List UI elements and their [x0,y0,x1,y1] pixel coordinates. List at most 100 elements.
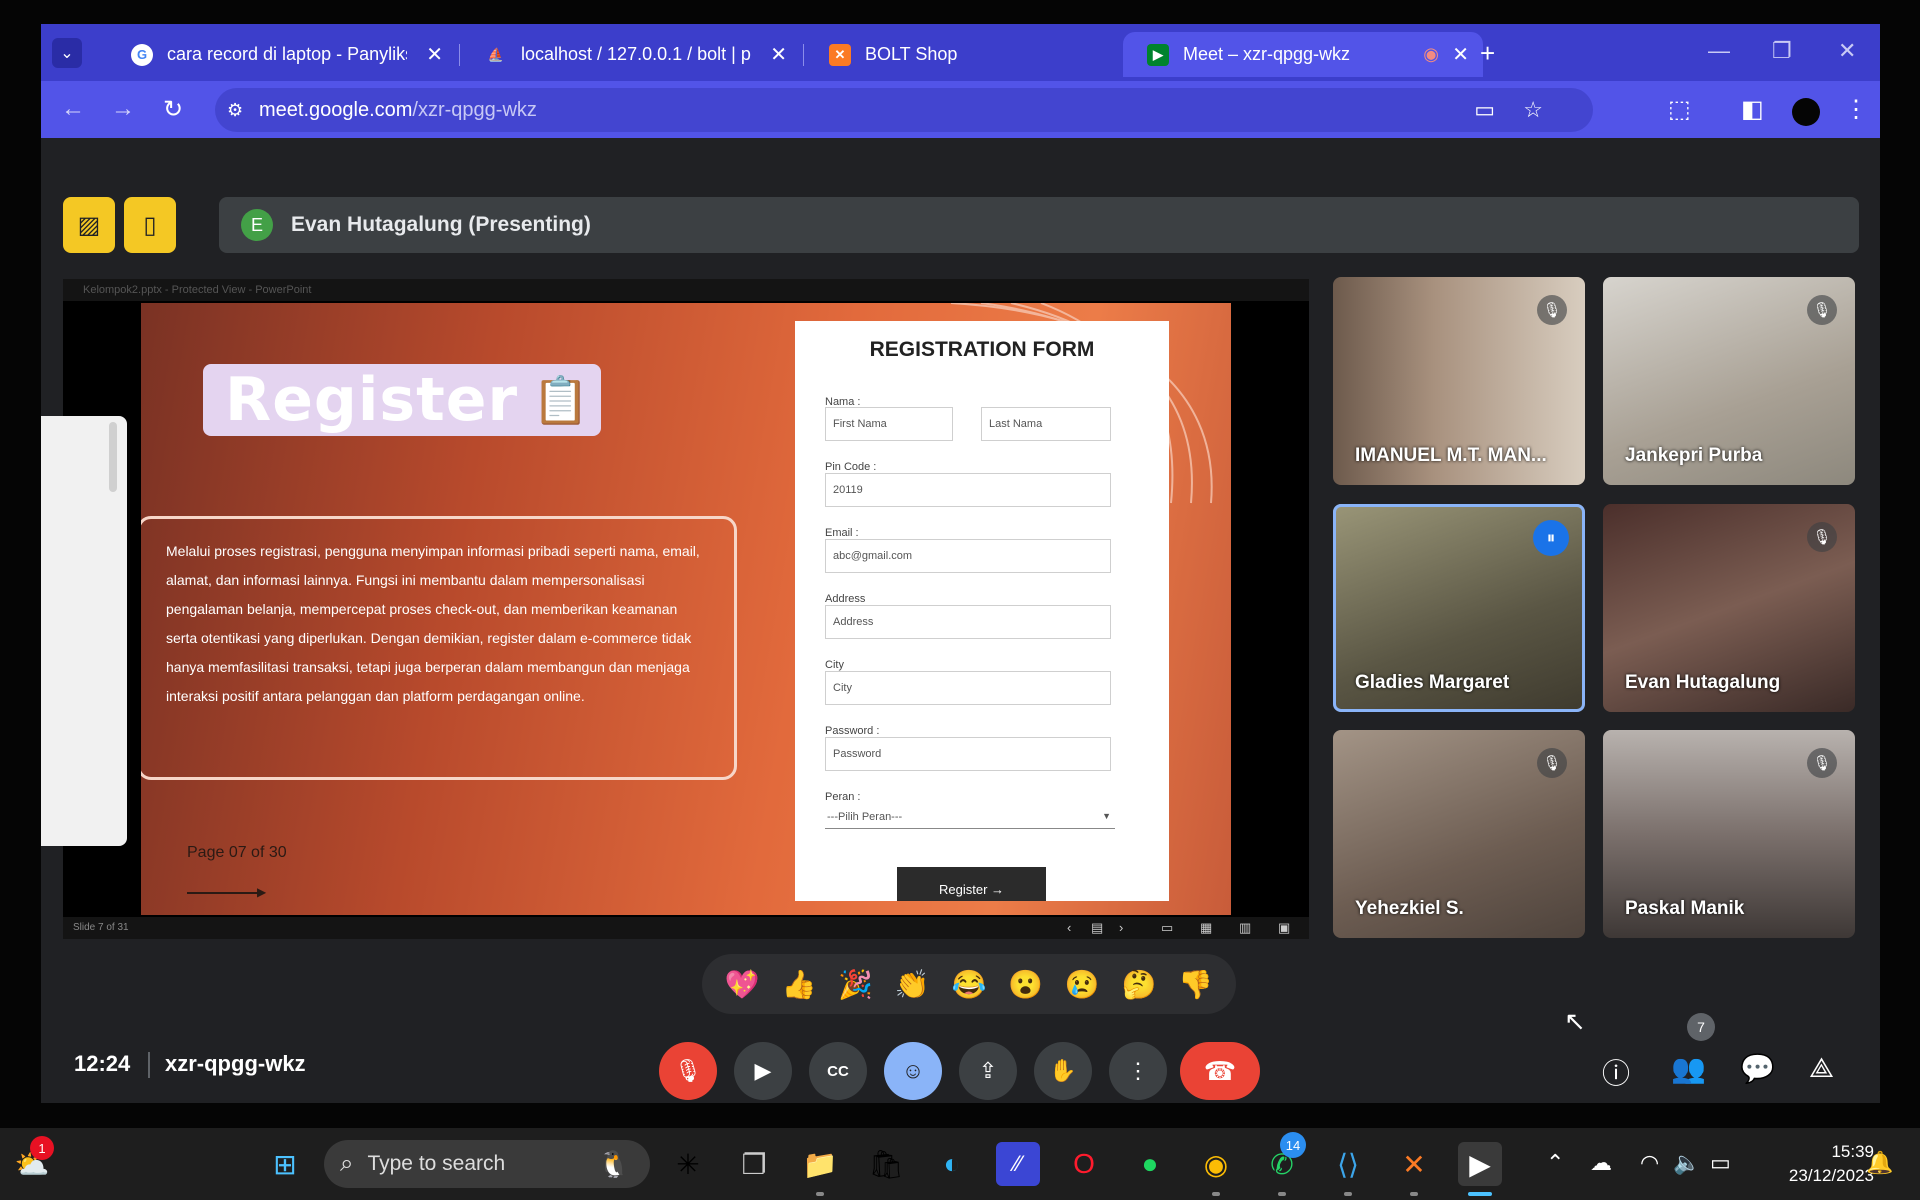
reaction-clap[interactable]: 👏 [895,968,930,1001]
vs-code-alt-icon[interactable]: ⁄⁄ [996,1142,1040,1186]
chevron-down-icon: ⌄ [60,45,74,62]
new-tab-icon[interactable]: + [1480,38,1495,69]
ms-store-icon[interactable]: 🛍 [864,1142,908,1186]
phpmyadmin-icon: ⛵ [487,46,505,62]
hand-icon: ✋ [1049,1058,1077,1083]
participant-tile[interactable]: ⏸ Gladies Margaret [1333,504,1585,712]
chat-icon[interactable]: 💬 [1740,1052,1775,1085]
close-window-icon[interactable]: ✕ [1838,38,1856,64]
reaction-laugh[interactable]: 😂 [952,968,987,1001]
tab-meet[interactable]: ▶ Meet – xzr-qpgg-wkz ◉ ✕ [1123,32,1483,77]
reactions-bar: 💖 👍 🎉 👏 😂 😮 😢 🤔 👎 [702,954,1236,1014]
start-icon[interactable]: ⊞ [263,1142,307,1186]
normal-view-icon: ▭ [1161,920,1174,935]
volume-icon[interactable]: 🔈 [1673,1150,1700,1176]
hide-presentation-button[interactable]: ▨ [63,197,115,253]
reaction-thinking[interactable]: 🤔 [1121,968,1156,1001]
bookmark-star-icon[interactable]: ☆ [1523,97,1543,123]
reload-icon[interactable]: ↻ [163,95,183,124]
participant-name: Gladies Margaret [1355,672,1510,693]
pin-label: Pin Code : [825,461,877,473]
reaction-thumbs-up[interactable]: 👍 [782,968,817,1001]
close-tab-icon[interactable]: ✕ [770,42,787,67]
emoji-icon: ☺ [901,1058,925,1083]
page-indicator: Page 07 of 30 [187,844,287,861]
reaction-sad[interactable]: 😢 [1065,968,1100,1001]
captions-button[interactable]: CC [809,1042,867,1100]
spotify-icon[interactable]: ● [1128,1142,1172,1186]
participant-tile[interactable]: 🎙 Yehezkiel S. [1333,730,1585,938]
reaction-thumbs-down[interactable]: 👎 [1178,968,1213,1001]
reaction-surprised[interactable]: 😮 [1008,968,1043,1001]
mic-toggle-button[interactable]: 🎙 [659,1042,717,1100]
raise-hand-button[interactable]: ✋ [1034,1042,1092,1100]
site-settings-icon[interactable]: ⚙ [227,100,243,121]
email-label: Email : [825,527,859,539]
tab-phpmyadmin[interactable]: ⛵ localhost / 127.0.0.1 / bolt | php ✕ [461,32,801,77]
file-explorer-icon[interactable]: 📁 [798,1142,842,1186]
vscode-icon[interactable]: ⟨⟩ [1326,1142,1370,1186]
close-tab-icon[interactable]: ✕ [426,42,443,67]
extensions-icon[interactable]: ⬚ [1668,95,1691,124]
tab-bolt-shop[interactable]: ✕ BOLT Shop ✕ [805,32,1155,77]
system-clock[interactable]: 15:39 23/12/2023 [1789,1140,1874,1188]
media-player-icon[interactable]: ▶ [1458,1142,1502,1186]
divider [148,1052,150,1078]
emoji-button[interactable]: ☺ [884,1042,942,1100]
participant-name: Jankepri Purba [1625,445,1763,466]
tab-search[interactable]: G cara record di laptop - Panyliksi ✕ [107,32,457,77]
people-icon[interactable]: 👥 [1671,1052,1706,1085]
opera-icon[interactable]: O [1062,1142,1106,1186]
layout-button[interactable]: ▯ [124,197,176,253]
copilot-icon[interactable]: ✳ [666,1142,710,1186]
battery-icon[interactable]: ▭ [1710,1150,1731,1176]
close-tab-icon[interactable]: ✕ [1452,42,1469,67]
minimize-icon[interactable]: — [1708,38,1730,64]
notification-bell-icon[interactable]: 🔔 [1866,1150,1893,1176]
participant-count-badge: 7 [1687,1013,1715,1041]
participant-name: IMANUEL M.T. MAN... [1355,445,1547,466]
tab-search-button[interactable]: ⌄ [52,38,82,68]
activities-icon[interactable]: ⟁ [1809,1052,1834,1085]
more-options-button[interactable]: ⋮ [1109,1042,1167,1100]
camera-toggle-button[interactable]: ▶ [734,1042,792,1100]
camera-in-use-icon[interactable]: ▭ [1474,97,1495,123]
back-icon[interactable]: ← [61,95,85,123]
task-view-icon[interactable]: ❐ [732,1142,776,1186]
tab-title: cara record di laptop - Panyliksi [167,44,407,64]
speaking-icon: ⏸ [1533,520,1569,556]
present-button[interactable]: ⇪ [959,1042,1017,1100]
search-highlight-icon: 🐧 [597,1148,630,1179]
taskbar-search[interactable]: ⌕ Type to search 🐧 [324,1140,650,1188]
city-label: City [825,659,844,671]
address-field: Address [825,605,1111,639]
running-indicator [816,1192,824,1196]
scrollbar[interactable] [109,422,117,492]
address-bar[interactable]: ⚙ meet.google.com/xzr-qpgg-wkz ▭ ☆ [215,88,1593,132]
participant-tile[interactable]: 🎙 Jankepri Purba [1603,277,1855,485]
more-menu-icon[interactable]: ⋮ [1844,95,1868,124]
edge-icon[interactable]: ◐ [930,1142,974,1186]
participant-tile[interactable]: 🎙 Paskal Manik [1603,730,1855,938]
participant-tile[interactable]: 🎙 Evan Hutagalung [1603,504,1855,712]
chevron-up-icon[interactable]: ⌃ [1546,1150,1564,1176]
running-indicator [1410,1192,1418,1196]
clock-date: 23/12/2023 [1788,1166,1874,1185]
forward-icon[interactable]: → [111,95,135,123]
mic-off-icon: 🎙 [1807,295,1837,325]
chrome-icon[interactable]: ◉ [1194,1142,1238,1186]
wifi-icon[interactable]: ◠ [1640,1150,1659,1176]
participant-tile[interactable]: 🎙 IMANUEL M.T. MAN... [1333,277,1585,485]
leave-call-button[interactable]: ☎ [1180,1042,1260,1100]
reaction-party[interactable]: 🎉 [838,968,873,1001]
onedrive-icon[interactable]: ☁ [1590,1150,1612,1176]
role-select-value: ---Pilih Peran--- [827,811,903,823]
reading-view-icon: ▥ [1239,920,1252,935]
side-panel-icon[interactable]: ◧ [1741,95,1764,124]
xampp-icon[interactable]: ✕ [1392,1142,1436,1186]
info-icon[interactable]: ⓘ [1602,1052,1630,1092]
url-path: /xzr-qpgg-wkz [412,98,537,121]
profile-avatar[interactable] [1792,98,1820,126]
maximize-icon[interactable]: ❐ [1772,38,1792,64]
reaction-sparkling-heart[interactable]: 💖 [725,968,760,1001]
